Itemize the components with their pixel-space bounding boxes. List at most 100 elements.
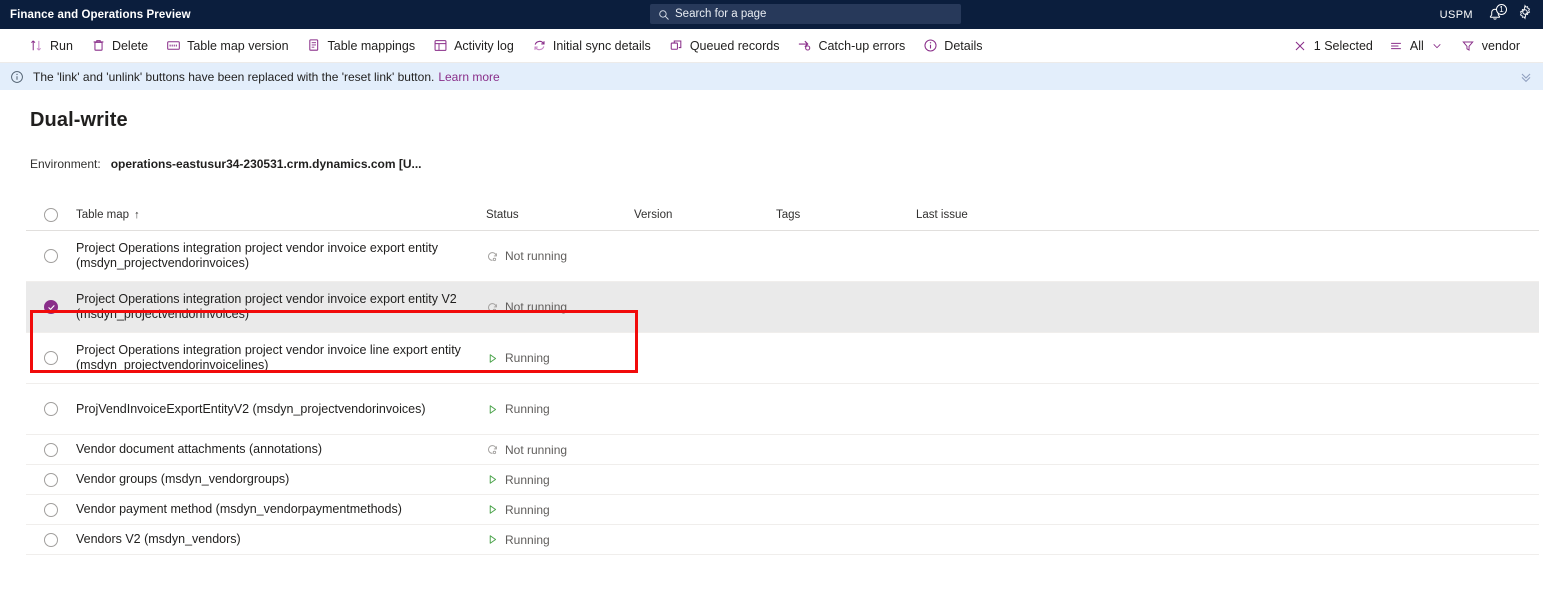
initial-sync-details-label: Initial sync details: [552, 38, 651, 53]
column-header-table-map[interactable]: Table map ↑: [76, 209, 486, 221]
row-select-checkbox[interactable]: [26, 472, 76, 487]
not-running-icon: [486, 250, 499, 263]
row-status-label: Running: [505, 502, 550, 517]
table-row[interactable]: Vendor document attachments (annotations…: [26, 435, 1539, 465]
selected-count-label: 1 Selected: [1313, 38, 1373, 53]
checkmark-circle-icon: [44, 300, 58, 314]
column-header-status[interactable]: Status: [486, 209, 634, 221]
info-circle-icon: [10, 70, 24, 84]
view-selector-label: All: [1409, 38, 1424, 53]
sync-refresh-icon: [532, 38, 547, 53]
table-row[interactable]: ProjVendInvoiceExportEntityV2 (msdyn_pro…: [26, 384, 1539, 435]
toolbar-right-group: 1 Selected All vendor: [1286, 32, 1529, 60]
bell-icon[interactable]: 1: [1487, 3, 1507, 23]
queued-records-button[interactable]: Queued records: [662, 32, 787, 60]
view-selector-button[interactable]: All: [1382, 32, 1452, 60]
not-running-icon: [486, 443, 499, 456]
initial-sync-details-button[interactable]: Initial sync details: [525, 32, 658, 60]
info-circle-icon: [923, 38, 938, 53]
row-select-checkbox[interactable]: [26, 300, 76, 314]
row-status-label: Not running: [505, 300, 568, 314]
row-select-checkbox[interactable]: [26, 249, 76, 263]
circle-checkbox-icon: [44, 351, 58, 365]
table-row[interactable]: Vendor payment method (msdyn_vendorpayme…: [26, 495, 1539, 525]
details-button[interactable]: Details: [916, 32, 989, 60]
row-status: Running: [486, 503, 634, 517]
row-select-checkbox[interactable]: [26, 532, 76, 547]
table-row[interactable]: Project Operations integration project v…: [26, 333, 1539, 384]
environment-label: Environment:: [30, 157, 101, 171]
running-icon: [486, 503, 499, 516]
row-select-checkbox[interactable]: [26, 502, 76, 517]
environment-value[interactable]: operations-eastusur34-230531.crm.dynamic…: [111, 157, 422, 171]
close-x-icon: [1293, 38, 1308, 53]
run-button[interactable]: Run: [22, 32, 80, 60]
table-map-name-text: Vendor document attachments (annotations…: [76, 442, 322, 456]
circle-checkbox-icon: [44, 532, 58, 547]
circle-checkbox-icon: [44, 472, 58, 487]
table-map-name[interactable]: Project Operations integration project v…: [76, 343, 486, 373]
run-label: Run: [50, 38, 73, 53]
table-map-name-text: Project Operations integration project v…: [76, 241, 438, 270]
row-select-checkbox[interactable]: [26, 402, 76, 416]
row-select-checkbox[interactable]: [26, 442, 76, 457]
chevron-double-down-icon[interactable]: [1519, 70, 1533, 84]
catch-up-errors-button[interactable]: Catch-up errors: [790, 32, 912, 60]
table-map-name[interactable]: Vendor document attachments (annotations…: [76, 442, 486, 457]
table-map-name-text: ProjVendInvoiceExportEntityV2 (msdyn_pro…: [76, 401, 426, 416]
list-lines-icon: [1389, 38, 1404, 53]
table-map-name[interactable]: Vendors V2 (msdyn_vendors): [76, 532, 486, 547]
activity-log-button[interactable]: Activity log: [426, 32, 521, 60]
row-status-label: Running: [505, 472, 550, 487]
row-status-label: Running: [505, 402, 550, 416]
table-map-name-text: Project Operations integration project v…: [76, 292, 457, 321]
filter-button[interactable]: vendor: [1454, 32, 1527, 60]
row-status: Not running: [486, 443, 634, 457]
table-map-version-button[interactable]: Table map version: [159, 32, 295, 60]
grid-rows: Project Operations integration project v…: [26, 231, 1539, 555]
select-all-checkbox[interactable]: [26, 207, 76, 222]
table-row[interactable]: Vendors V2 (msdyn_vendors) Running: [26, 525, 1539, 555]
column-header-tags[interactable]: Tags: [776, 209, 916, 221]
row-status: Not running: [486, 300, 634, 314]
row-status-label: Not running: [505, 442, 568, 457]
trash-icon: [91, 38, 106, 53]
sort-ascending-icon: ↑: [134, 208, 140, 221]
table-mappings-button[interactable]: Table mappings: [300, 32, 423, 60]
row-status: Running: [486, 351, 634, 365]
not-running-icon: [486, 301, 499, 314]
gear-icon[interactable]: [1517, 4, 1533, 25]
clear-selection-button[interactable]: 1 Selected: [1286, 32, 1380, 60]
table-mappings-icon: [307, 38, 322, 53]
catch-up-errors-label: Catch-up errors: [818, 38, 906, 53]
table-map-name-text: Vendor payment method (msdyn_vendorpayme…: [76, 502, 402, 516]
catch-up-errors-icon: [797, 38, 812, 53]
row-select-checkbox[interactable]: [26, 351, 76, 365]
global-search-box[interactable]: Search for a page: [650, 4, 961, 24]
table-row[interactable]: Vendor groups (msdyn_vendorgroups) Runnin…: [26, 465, 1539, 495]
column-header-version[interactable]: Version: [634, 209, 776, 221]
filter-label: vendor: [1481, 38, 1520, 53]
user-initials[interactable]: USPM: [1440, 9, 1473, 21]
page-title: Dual-write: [30, 109, 128, 131]
learn-more-link[interactable]: Learn more: [438, 70, 499, 84]
app-title: Finance and Operations Preview: [10, 8, 191, 21]
table-map-name[interactable]: Project Operations integration project v…: [76, 292, 486, 322]
table-map-name[interactable]: ProjVendInvoiceExportEntityV2 (msdyn_pro…: [76, 402, 486, 417]
table-map-name-text: Vendor groups (msdyn_vendorgroups): [76, 472, 290, 486]
column-header-last-issue[interactable]: Last issue: [916, 209, 1216, 221]
delete-button[interactable]: Delete: [84, 32, 155, 60]
info-message-text: The 'link' and 'unlink' buttons have bee…: [33, 69, 435, 84]
top-navigation-bar: Finance and Operations Preview Search fo…: [0, 0, 1543, 29]
table-row[interactable]: Project Operations integration project v…: [26, 231, 1539, 282]
command-toolbar: Run Delete Table map version Table mappi…: [0, 29, 1543, 63]
row-status: Running: [486, 533, 634, 547]
table-map-name[interactable]: Vendor payment method (msdyn_vendorpayme…: [76, 502, 486, 517]
table-row[interactable]: Project Operations integration project v…: [26, 282, 1539, 333]
row-status-label: Running: [505, 532, 550, 547]
chevron-down-icon: [1430, 38, 1445, 53]
row-status-label: Running: [505, 351, 550, 365]
table-map-name[interactable]: Vendor groups (msdyn_vendorgroups): [76, 472, 486, 487]
table-map-grid: Table map ↑ Status Version Tags Last issu…: [26, 199, 1539, 555]
table-map-name[interactable]: Project Operations integration project v…: [76, 241, 486, 271]
